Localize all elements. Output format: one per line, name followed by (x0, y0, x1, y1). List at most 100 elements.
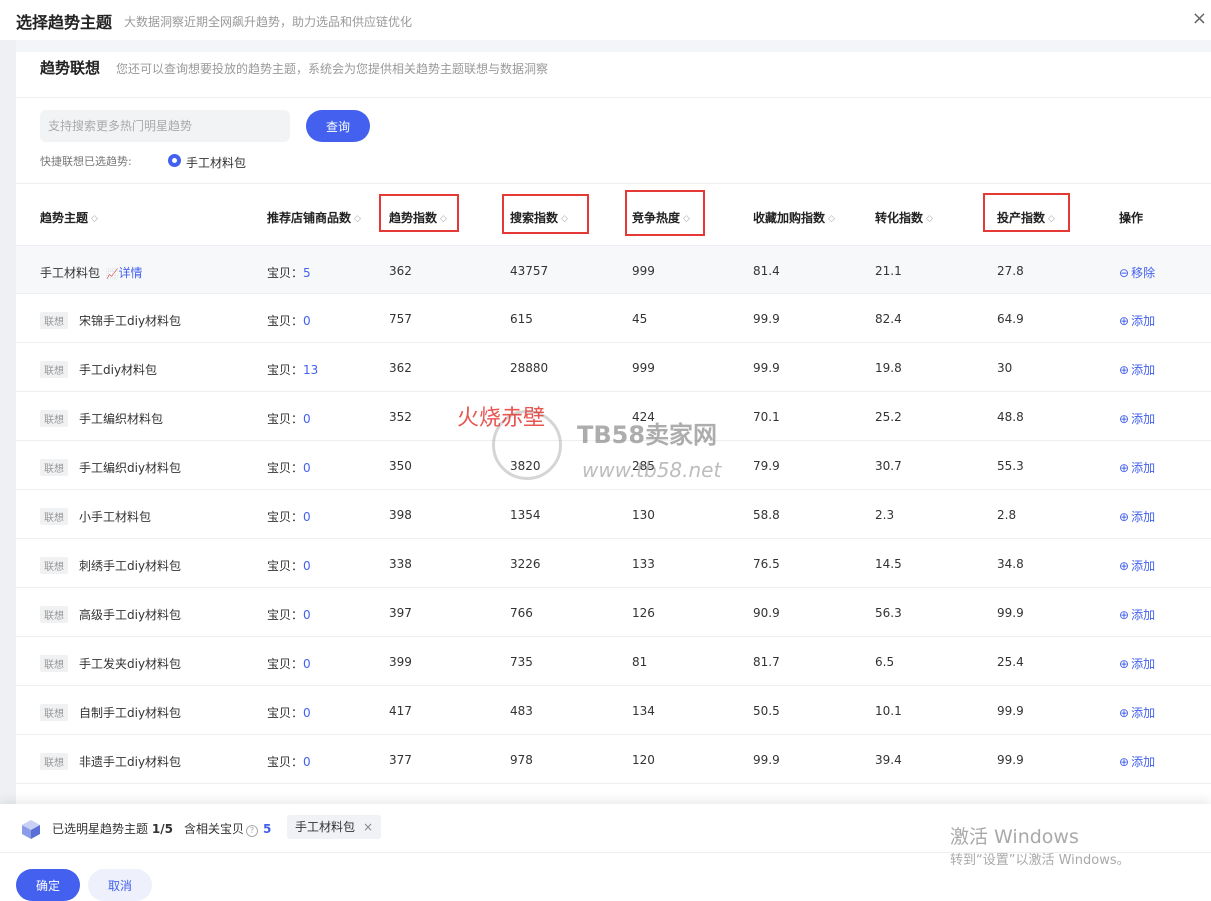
fav-index: 99.9 (753, 753, 780, 767)
roi-index: 48.8 (997, 410, 1024, 424)
section-description: 您还可以查询想要投放的趋势主题，系统会为您提供相关趋势主题联想与数据洞察 (116, 62, 549, 76)
count-prefix: 宝贝： (267, 608, 304, 622)
add-button[interactable]: ⊕ 添加 (1119, 312, 1155, 329)
help-icon[interactable]: ? (246, 825, 259, 837)
modal-header: 选择趋势主题 大数据洞察近期全网飙升趋势，助力选品和供应链优化 × (0, 0, 1211, 40)
fav-index: 58.8 (753, 508, 780, 522)
search-index: 1354 (510, 508, 541, 522)
conversion-index: 30.7 (875, 459, 902, 473)
theme-name: 刺绣手工diy材料包 (79, 559, 182, 573)
col-header-conversion[interactable]: 转化指数 ◇ (875, 209, 933, 226)
add-button[interactable]: ⊕ 添加 (1119, 361, 1155, 378)
add-button[interactable]: ⊕ 添加 (1119, 753, 1155, 770)
theme-name: 宋锦手工diy材料包 (79, 314, 182, 328)
col-header-count[interactable]: 推荐店铺商品数 ◇ (267, 209, 361, 226)
count-value[interactable]: 0 (303, 461, 311, 475)
table-row: 联想 手工发夹diy材料包 宝贝：0 399 735 81 81.7 6.5 2… (16, 637, 1211, 686)
count-value[interactable]: 0 (303, 657, 311, 671)
product-count: 宝贝：0 (267, 410, 311, 427)
selected-themes-label: 已选明星趋势主题 1/5 (52, 820, 173, 837)
trend-index: 399 (389, 655, 412, 669)
roi-index: 27.8 (997, 264, 1024, 278)
add-button[interactable]: ⊕ 添加 (1119, 557, 1155, 574)
divider (0, 852, 1211, 853)
sort-icon[interactable]: ◇ (828, 214, 835, 224)
close-icon[interactable]: × (1192, 8, 1207, 29)
query-button[interactable]: 查询 (306, 110, 370, 142)
action-label: 添加 (1131, 657, 1156, 671)
count-value[interactable]: 0 (303, 608, 311, 622)
trend-index: 362 (389, 361, 412, 375)
radio-selected[interactable] (168, 154, 181, 167)
count-value[interactable]: 0 (303, 314, 311, 328)
fav-index: 90.9 (753, 606, 780, 620)
trend-index: 398 (389, 508, 412, 522)
search-index: 766 (510, 606, 533, 620)
action-label: 添加 (1131, 559, 1156, 573)
competition-heat: 120 (632, 753, 655, 767)
search-index: 28880 (510, 361, 549, 375)
radio-label[interactable]: 手工材料包 (186, 154, 246, 171)
roi-index: 99.9 (997, 704, 1024, 718)
col-header-theme[interactable]: 趋势主题 ◇ (40, 209, 98, 226)
trend-index: 352 (389, 410, 412, 424)
count-value[interactable]: 0 (303, 755, 311, 769)
add-button[interactable]: ⊕ 添加 (1119, 410, 1155, 427)
add-button[interactable]: ⊕ 添加 (1119, 704, 1155, 721)
competition-heat: 133 (632, 557, 655, 571)
sort-icon[interactable]: ◇ (926, 214, 933, 224)
search-index: 3226 (510, 557, 541, 571)
count-prefix: 宝贝： (267, 266, 304, 280)
col-header-fav[interactable]: 收藏加购指数 ◇ (753, 209, 835, 226)
col-header-label: 收藏加购指数 (753, 211, 826, 225)
fav-index: 79.9 (753, 459, 780, 473)
action-label: 添加 (1131, 461, 1156, 475)
selected-tag: 手工材料包 × (287, 815, 382, 839)
association-badge: 联想 (40, 508, 68, 525)
count-value[interactable]: 0 (303, 412, 311, 426)
theme-name-text: 手工材料包 (40, 266, 101, 280)
add-button[interactable]: ⊕ 添加 (1119, 459, 1155, 476)
association-badge: 联想 (40, 459, 68, 476)
remove-button[interactable]: ⊖ 移除 (1119, 264, 1155, 281)
product-count: 宝贝：0 (267, 655, 311, 672)
highlight-box (502, 194, 589, 234)
product-count: 宝贝：0 (267, 508, 311, 525)
action-label: 添加 (1131, 412, 1156, 426)
plus-circle-icon: ⊕ (1119, 510, 1130, 524)
count-value[interactable]: 0 (303, 706, 311, 720)
watermark-brand: TB58卖家网 (577, 421, 718, 449)
cube-icon (20, 818, 42, 840)
fav-index: 99.9 (753, 361, 780, 375)
product-count: 宝贝：0 (267, 753, 311, 770)
action-label: 添加 (1131, 755, 1156, 769)
trend-index: 362 (389, 264, 412, 278)
quick-association-label: 快捷联想已选趋势: (40, 155, 132, 168)
count-value[interactable]: 0 (303, 559, 311, 573)
modal-subtitle: 大数据洞察近期全网飙升趋势，助力选品和供应链优化 (124, 15, 413, 29)
competition-heat: 130 (632, 508, 655, 522)
cancel-button[interactable]: 取消 (88, 869, 152, 901)
fav-index: 76.5 (753, 557, 780, 571)
roi-index: 2.8 (997, 508, 1017, 522)
product-count: 宝贝：13 (267, 361, 318, 378)
detail-link[interactable]: 📈详情 (106, 266, 142, 280)
detail-link-label: 详情 (118, 266, 143, 280)
watermark-text: 火烧赤壁 (457, 406, 546, 431)
selected-count: 1/5 (151, 822, 173, 836)
count-value[interactable]: 0 (303, 510, 311, 524)
theme-name: 手工编织材料包 (79, 412, 164, 426)
count-value[interactable]: 5 (303, 266, 311, 280)
count-value[interactable]: 13 (303, 363, 318, 377)
tag-close-icon[interactable]: × (363, 815, 373, 839)
roi-index: 99.9 (997, 753, 1024, 767)
sort-icon[interactable]: ◇ (354, 214, 361, 224)
add-button[interactable]: ⊕ 添加 (1119, 655, 1155, 672)
add-button[interactable]: ⊕ 添加 (1119, 606, 1155, 623)
theme-name: 手工材料包 📈详情 (40, 264, 142, 281)
search-index: 43757 (510, 264, 549, 278)
add-button[interactable]: ⊕ 添加 (1119, 508, 1155, 525)
confirm-button[interactable]: 确定 (16, 869, 80, 901)
search-input[interactable] (40, 110, 290, 142)
sort-icon[interactable]: ◇ (91, 214, 98, 224)
